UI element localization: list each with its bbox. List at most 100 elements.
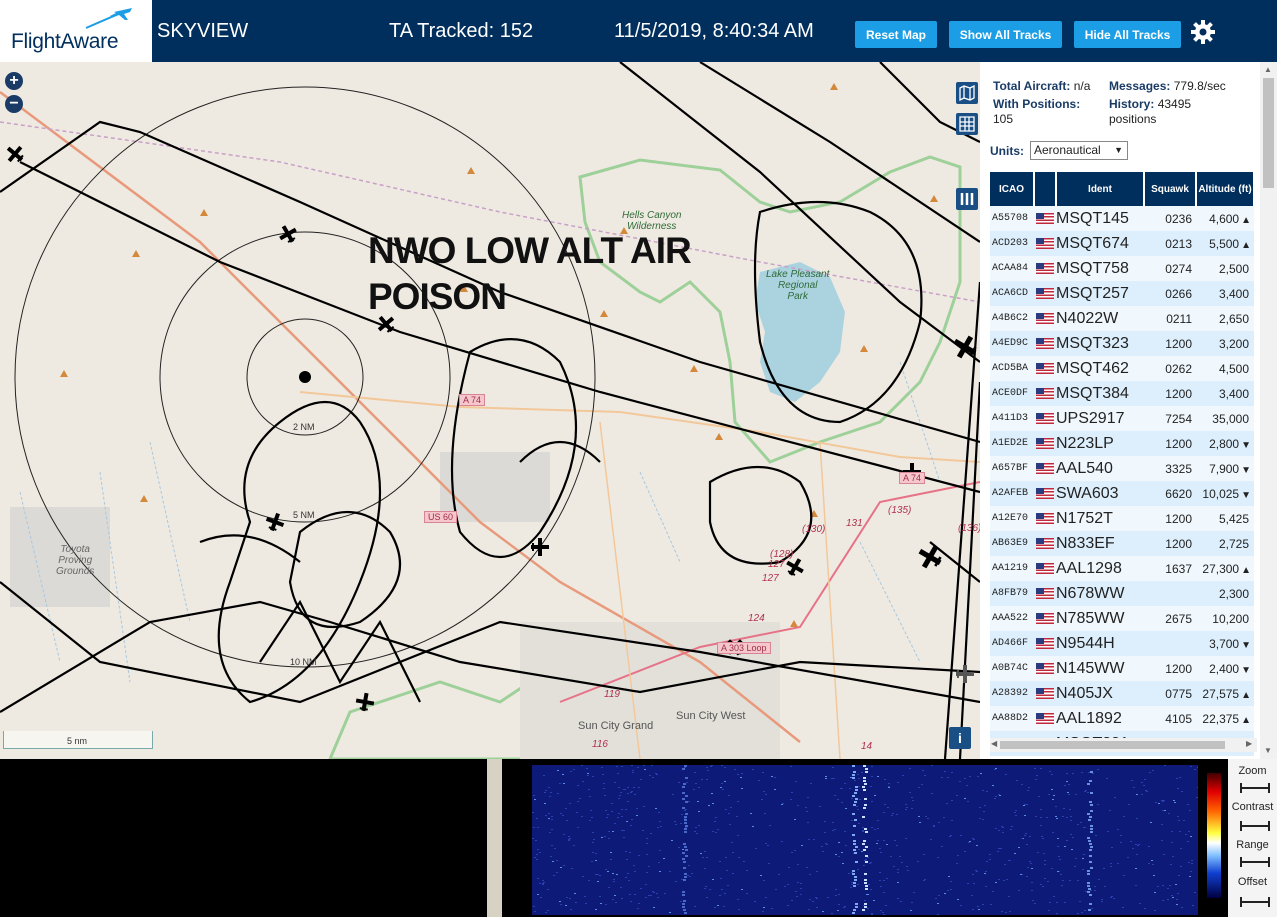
waterfall-pixel: [1029, 836, 1031, 837]
column-header-squawk[interactable]: Squawk: [1144, 172, 1197, 206]
zoom-in-button[interactable]: +: [5, 72, 23, 90]
table-row[interactable]: ACAA84 MSQT758 0274 2,500: [990, 256, 1254, 281]
units-select[interactable]: Aeronautical ▼: [1030, 141, 1128, 160]
cell-icao: A0B74C: [990, 656, 1034, 681]
scrollbar-thumb[interactable]: [1000, 741, 1225, 749]
table-row[interactable]: ACD5BA MSQT462 0262 4,500: [990, 356, 1254, 381]
table-horizontal-scrollbar[interactable]: ◀ ▶: [990, 738, 1257, 752]
waterfall-pixel: [632, 770, 634, 771]
waterfall-pixel: [912, 800, 914, 801]
table-row[interactable]: A28392 N405JX 0775 27,575 ▲: [990, 681, 1254, 706]
waterfall-signal: [853, 843, 856, 845]
contrast-control-label: Contrast: [1231, 801, 1274, 813]
table-row[interactable]: A12E70 N1752T 1200 5,425: [990, 506, 1254, 531]
map-view[interactable]: + − NWO LOW ALT AIR POISON 2 NM 5 NM 10 …: [0, 62, 980, 759]
reset-map-button[interactable]: Reset Map: [855, 21, 937, 48]
map-layers-button[interactable]: [956, 82, 978, 104]
waterfall-pixel: [774, 777, 776, 778]
table-row[interactable]: AA1219 AAL1298 1637 27,300 ▲: [990, 556, 1254, 581]
offset-slider[interactable]: [1240, 897, 1270, 907]
map-canvas[interactable]: [0, 62, 980, 759]
flightaware-logo[interactable]: FlightAware: [0, 0, 152, 62]
range-slider[interactable]: [1240, 857, 1270, 867]
table-row[interactable]: AB63E9 N833EF 1200 2,725: [990, 531, 1254, 556]
table-row[interactable]: A1ED2E N223LP 1200 2,800 ▼: [990, 431, 1254, 456]
table-row[interactable]: AD466F N9544H 3,700 ▼: [990, 631, 1254, 656]
column-header-flag[interactable]: [1034, 172, 1057, 206]
gear-icon[interactable]: [1190, 19, 1216, 45]
column-header-altitude[interactable]: Altitude (ft): [1196, 172, 1255, 206]
waterfall-signal: [685, 795, 688, 797]
table-row[interactable]: AA88D2 AAL1892 4105 22,375 ▲: [990, 706, 1254, 731]
scrollbar-thumb[interactable]: [1263, 78, 1274, 188]
waterfall-pixel: [851, 884, 853, 885]
table-row[interactable]: A0B74C N145WW 1200 2,400 ▼: [990, 656, 1254, 681]
waterfall-pixel: [599, 875, 601, 876]
waterfall-pixel: [909, 768, 911, 769]
cell-icao: A28392: [990, 681, 1034, 706]
column-header-icao[interactable]: ICAO: [990, 172, 1035, 206]
waterfall-pixel: [616, 874, 618, 875]
waterfall-pixel: [815, 897, 817, 898]
table-row[interactable]: A4ED9C MSQT323 1200 3,200: [990, 331, 1254, 356]
waterfall-pixel: [960, 835, 962, 836]
waterfall-pixel: [544, 803, 546, 804]
waterfall-pixel: [550, 792, 552, 793]
waterfall-signal: [865, 855, 868, 857]
zoom-out-button[interactable]: −: [5, 95, 23, 113]
contrast-slider[interactable]: [1240, 821, 1270, 831]
scroll-left-arrow-icon[interactable]: ◀: [991, 739, 997, 748]
show-all-tracks-button[interactable]: Show All Tracks: [949, 21, 1062, 48]
waterfall-display[interactable]: [532, 765, 1198, 915]
waterfall-pixel: [650, 833, 652, 834]
cell-icao: A2AFEB: [990, 481, 1034, 506]
waterfall-pixel: [615, 902, 617, 903]
waterfall-pixel: [767, 845, 769, 846]
column-header-ident[interactable]: Ident: [1056, 172, 1145, 206]
map-info-button[interactable]: i: [949, 727, 971, 749]
waterfall-pixel: [1001, 911, 1003, 912]
waterfall-pixel: [740, 777, 742, 778]
grid-toggle-button[interactable]: [956, 113, 978, 135]
waterfall-pixel: [972, 909, 974, 910]
hide-all-tracks-button[interactable]: Hide All Tracks: [1074, 21, 1181, 48]
waterfall-pixel: [732, 873, 734, 874]
table-row[interactable]: A657BF AAL540 3325 7,900 ▼: [990, 456, 1254, 481]
table-row[interactable]: A55708 MSQT145 0236 4,600 ▲: [990, 206, 1254, 231]
waterfall-pixel: [542, 883, 544, 884]
waterfall-pixel: [867, 857, 869, 858]
waterfall-pixel: [1117, 829, 1119, 830]
table-row[interactable]: ACD203 MSQT674 0213 5,500 ▲: [990, 231, 1254, 256]
cell-squawk: 0274: [1144, 256, 1196, 281]
waterfall-pixel: [911, 902, 913, 903]
grid-icon: [959, 116, 975, 132]
waterfall-pixel: [827, 897, 829, 898]
column-toggle-button[interactable]: [956, 188, 978, 210]
altitude-trend-icon: ▲: [1241, 239, 1251, 251]
waterfall-pixel: [905, 838, 907, 839]
waterfall-pixel: [545, 815, 547, 816]
table-row[interactable]: A411D3 UPS2917 7254 35,000: [990, 406, 1254, 431]
waterfall-pixel: [821, 846, 823, 847]
table-row[interactable]: ACE0DF MSQT384 1200 3,400: [990, 381, 1254, 406]
table-row[interactable]: A2AFEB SWA603 6620 10,025 ▼: [990, 481, 1254, 506]
table-row[interactable]: AAA522 N785WW 2675 10,200: [990, 606, 1254, 631]
table-row[interactable]: A4B6C2 N4022W 0211 2,650: [990, 306, 1254, 331]
waterfall-pixel: [1094, 886, 1096, 887]
waterfall-pixel: [1016, 780, 1018, 781]
scroll-up-arrow-icon[interactable]: ▲: [1264, 65, 1272, 74]
sidebar-vertical-scrollbar[interactable]: ▲ ▼: [1260, 62, 1277, 759]
table-row[interactable]: ACA6CD MSQT257 0266 3,400: [990, 281, 1254, 306]
waterfall-pixel: [995, 796, 997, 797]
table-row[interactable]: A8FB79 N678WW 2,300: [990, 581, 1254, 606]
cell-altitude: 5,500 ▲: [1196, 231, 1254, 256]
scroll-right-arrow-icon[interactable]: ▶: [1246, 739, 1252, 748]
zoom-slider[interactable]: [1240, 783, 1270, 793]
waterfall-pixel: [724, 893, 726, 894]
scroll-down-arrow-icon[interactable]: ▼: [1264, 746, 1272, 755]
waterfall-pixel: [1026, 876, 1028, 877]
panel-divider[interactable]: [487, 759, 502, 917]
cell-ident: UPS2917: [1056, 406, 1144, 431]
waterfall-pixel: [737, 774, 739, 775]
waterfall-pixel: [623, 837, 625, 838]
